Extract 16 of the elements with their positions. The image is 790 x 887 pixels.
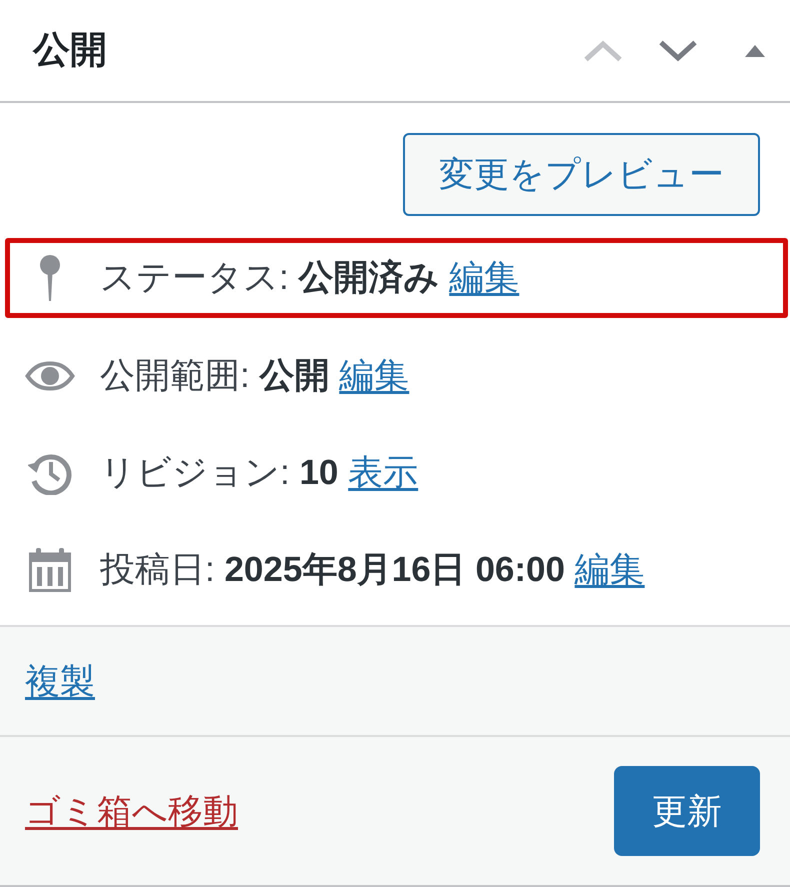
panel-title: 公開 <box>33 28 108 72</box>
edit-link[interactable]: 編集 <box>574 550 645 588</box>
calendar-icon <box>29 548 71 592</box>
move-to-trash-link[interactable]: ゴミ箱へ移動 <box>25 788 238 834</box>
edit-link[interactable]: 編集 <box>449 258 520 297</box>
update-button[interactable]: 更新 <box>614 766 760 856</box>
status-text: ステータス: 公開済み 編集 <box>100 257 520 299</box>
revisions-text: リビジョン: 10 表示 <box>100 452 418 494</box>
pin-icon <box>40 255 60 301</box>
duplicate-link[interactable]: 複製 <box>25 658 95 704</box>
visibility-text: 公開範囲: 公開 編集 <box>100 354 410 396</box>
show-revisions-link[interactable]: 表示 <box>348 452 418 492</box>
edit-link[interactable]: 編集 <box>339 356 410 394</box>
publish-date-text: 投稿日: 2025年8月16日 06:00 編集 <box>100 548 645 590</box>
preview-changes-button[interactable]: 変更をプレビュー <box>403 133 760 216</box>
eye-icon <box>25 360 75 390</box>
